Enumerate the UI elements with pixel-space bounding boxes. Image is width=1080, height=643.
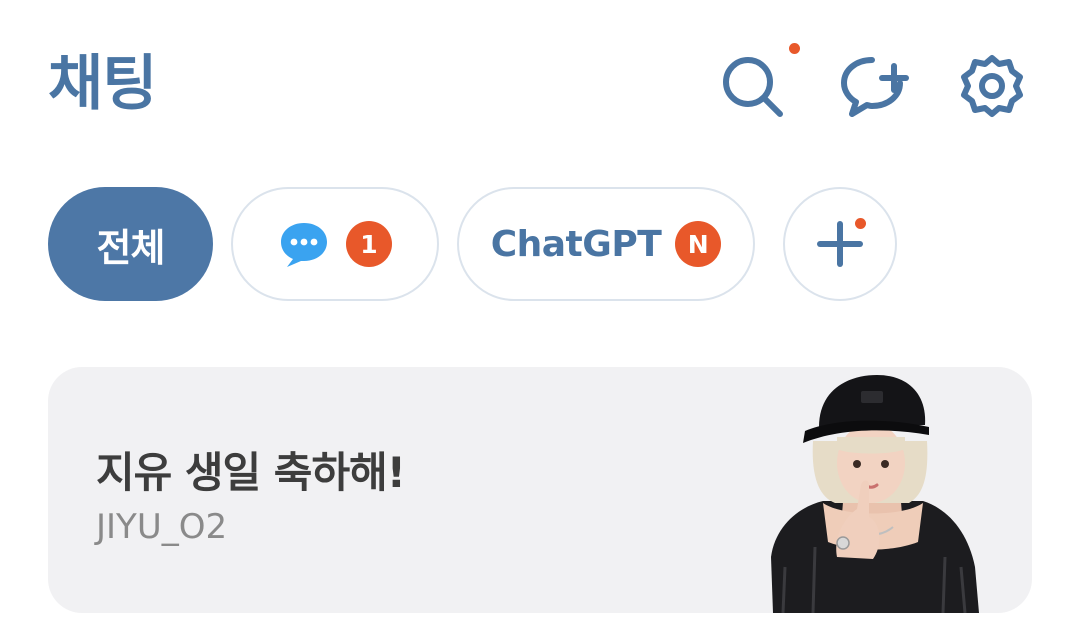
- filter-chip-chatgpt-label: ChatGPT: [490, 223, 662, 265]
- new-chat-button[interactable]: [838, 52, 912, 120]
- filter-chip-all-label: 전체: [96, 225, 166, 270]
- search-button[interactable]: [718, 52, 786, 120]
- page-title: 채팅: [48, 49, 157, 119]
- add-filter-button[interactable]: [783, 187, 897, 301]
- new-badge: N: [675, 221, 722, 267]
- search-icon: [723, 57, 783, 117]
- banner-title: 지유 생일 축하해!: [96, 448, 406, 497]
- banner-subtitle: JIYU_O2: [96, 507, 228, 547]
- settings-icon: [961, 55, 1023, 117]
- banner-portrait-image: [771, 375, 979, 613]
- filter-chip-chatgpt[interactable]: ChatGPT N: [457, 187, 755, 301]
- chat-bubble-icon: [281, 223, 327, 267]
- filter-chip-messages[interactable]: 1: [231, 187, 439, 301]
- search-notification-dot: [789, 43, 800, 54]
- new-chat-icon: [841, 57, 909, 117]
- settings-button[interactable]: [958, 52, 1026, 120]
- add-filter-notification-dot: [855, 218, 866, 229]
- unread-count-badge: 1: [346, 221, 392, 267]
- filter-chip-all[interactable]: 전체: [48, 187, 213, 301]
- birthday-banner[interactable]: 지유 생일 축하해! JIYU_O2: [48, 367, 1032, 613]
